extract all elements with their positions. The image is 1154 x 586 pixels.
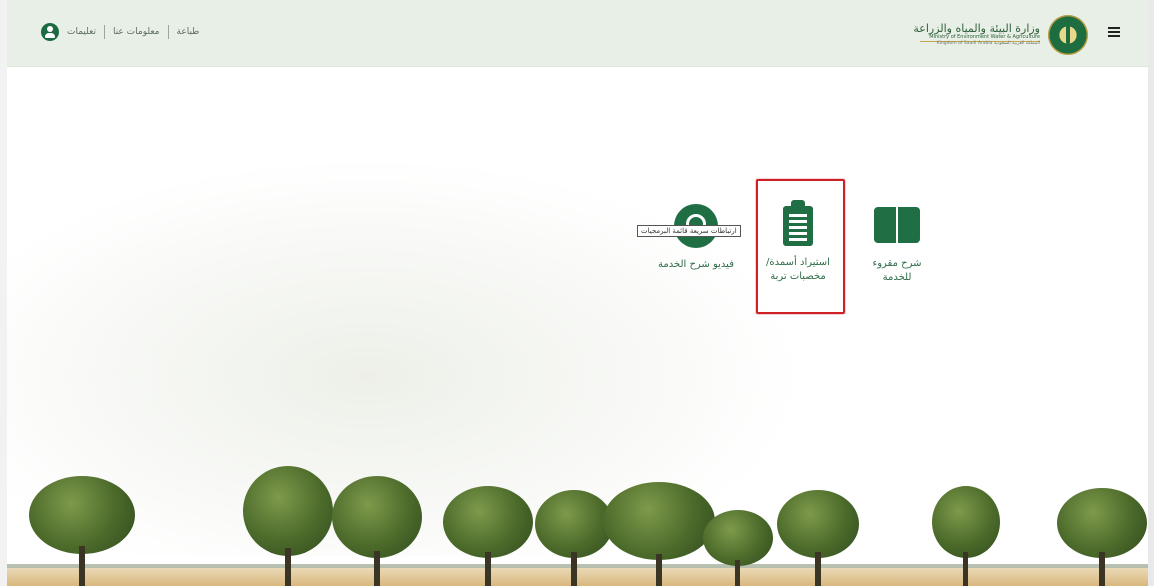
help-link[interactable]: تعليمات <box>67 27 96 37</box>
link-divider <box>167 25 169 39</box>
brand-english-name: Ministry of Environment Water & Agricult… <box>929 34 1040 41</box>
background-scene <box>7 66 1148 586</box>
ministry-brand[interactable]: وزارة البيئة والمياه والزراعة Ministry o… <box>913 13 1088 57</box>
right-edge <box>1148 0 1154 586</box>
tree-illustration <box>332 476 422 586</box>
tree-illustration <box>603 482 715 586</box>
tree-illustration <box>1057 488 1147 586</box>
brand-text: وزارة البيئة والمياه والزراعة Ministry o… <box>913 23 1040 47</box>
about-link[interactable]: معلومات عنا <box>113 27 160 37</box>
site-header: تعليمات معلومات عنا طباعة وزارة البيئة و… <box>7 0 1148 67</box>
tree-illustration <box>27 476 137 586</box>
tree-illustration <box>535 490 613 586</box>
clipboard-icon <box>781 200 815 246</box>
service-label: فيديو شرح الخدمة <box>658 259 734 270</box>
hamburger-menu-icon[interactable] <box>1108 27 1120 37</box>
tree-illustration <box>243 466 333 586</box>
tree-illustration <box>777 490 859 586</box>
tree-illustration <box>443 486 533 586</box>
book-icon <box>873 203 921 247</box>
service-label: استيراد أسمدة/ مخصبات تربة <box>766 257 830 282</box>
print-link[interactable]: طباعة <box>177 27 200 37</box>
header-links: تعليمات معلومات عنا طباعة <box>41 18 199 46</box>
service-readable-guide[interactable]: شرح مقروء للخدمة <box>857 203 937 284</box>
service-import-fertilizers[interactable]: استيراد أسمدة/ مخصبات تربة <box>758 200 838 283</box>
brand-subline: Kingdom of Saudi Arabia المملكة العربية … <box>936 40 1040 46</box>
ministry-logo <box>1048 15 1088 55</box>
tree-illustration <box>932 486 1000 586</box>
service-label: شرح مقروء للخدمة <box>872 258 922 283</box>
tree-illustration <box>703 510 773 586</box>
link-divider <box>103 25 105 39</box>
user-icon[interactable] <box>41 23 59 41</box>
left-edge <box>0 0 7 586</box>
service-video-guide[interactable]: فيديو شرح الخدمة <box>656 204 736 272</box>
page-frame: تعليمات معلومات عنا طباعة وزارة البيئة و… <box>0 0 1154 586</box>
tooltip: ارتباطات سريعة قائمة البرمجيات <box>637 225 741 237</box>
